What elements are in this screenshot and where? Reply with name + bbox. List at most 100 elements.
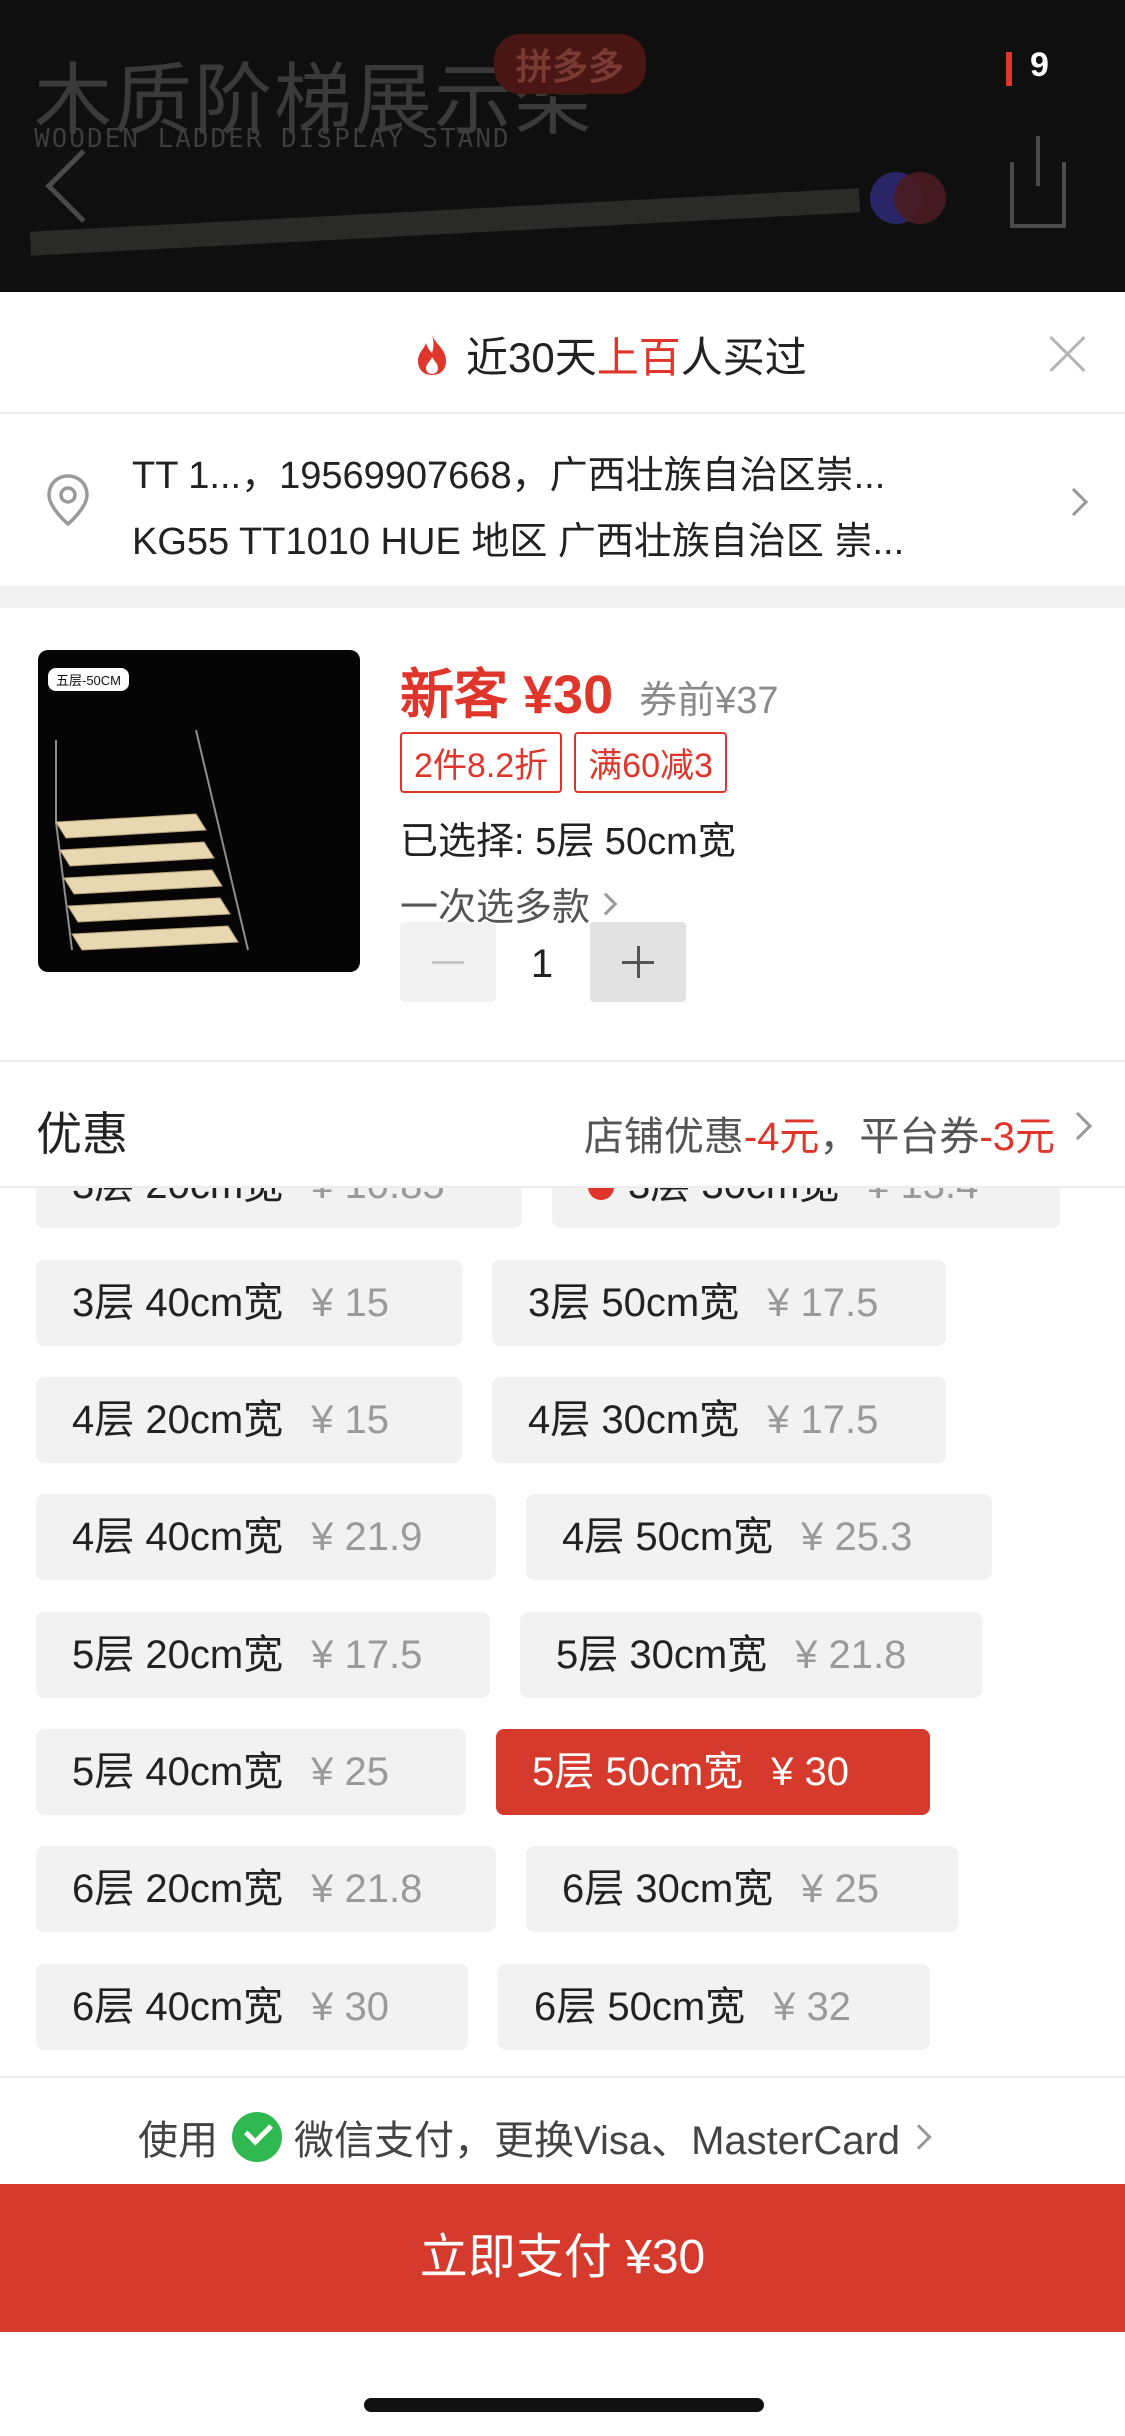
variant-option[interactable]: 5层 40cm宽 ¥ 25 <box>36 1729 466 1815</box>
discount-label: 优惠 <box>36 1108 128 1160</box>
promo-tag: 满60减3 <box>574 732 727 793</box>
variant-price: ¥ 32 <box>773 1985 852 2029</box>
variant-label: 6层 40cm宽 <box>72 1985 284 2029</box>
address-line-2: KG55 TT1010 HUE 地区 广西壮族自治区 崇... <box>132 521 905 563</box>
variant-option[interactable]: 5层 20cm宽 ¥ 17.5 <box>36 1612 490 1698</box>
variant-label: 3层 20cm宽 <box>72 1188 283 1207</box>
variant-price: ¥ 21.8 <box>311 1867 423 1911</box>
payment-method: 使用 微信支付，更换Visa、MasterCard <box>138 2108 932 2166</box>
discount-separator: ， <box>819 1115 860 1159</box>
variant-label: 4层 40cm宽 <box>72 1515 284 1559</box>
variant-option[interactable]: 4层 20cm宽 ¥ 15 <box>36 1377 462 1463</box>
mastercard-logo-icon <box>870 172 946 224</box>
variant-label: 3层 50cm宽 <box>528 1281 740 1325</box>
variant-label: 6层 30cm宽 <box>562 1867 774 1911</box>
variant-price: ¥ 17.5 <box>767 1281 879 1325</box>
variant-price: ¥ 21.9 <box>311 1515 423 1559</box>
variant-price: ¥ 15 <box>311 1281 390 1325</box>
variant-label: 4层 50cm宽 <box>562 1515 774 1559</box>
variant-option[interactable]: 3层 30cm宽 ¥ 13.4 <box>552 1188 1060 1228</box>
variant-option[interactable]: 6层 20cm宽 ¥ 21.8 <box>36 1846 496 1932</box>
chevron-right-icon <box>1059 487 1089 517</box>
variant-options-list: 3层 20cm宽 ¥ 10.85 3层 30cm宽 ¥ 13.4 3层 40cm宽 ¥… <box>0 1188 1125 2076</box>
variant-price: ¥ 30 <box>771 1750 850 1794</box>
payment-method-label: 微信支付，更换Visa、MasterCard <box>294 2119 901 2163</box>
variant-label: 6层 20cm宽 <box>72 1867 284 1911</box>
fire-icon <box>418 334 446 375</box>
variant-option[interactable]: 6层 40cm宽 ¥ 30 <box>36 1964 468 2050</box>
discount-row[interactable]: 优惠 店铺优惠-4元，平台券-3元 <box>0 1060 1125 1188</box>
variant-label: 4层 20cm宽 <box>72 1398 284 1442</box>
variant-option[interactable]: 3层 40cm宽 ¥ 15 <box>36 1260 462 1346</box>
promo-tags: 2件8.2折 满60减3 <box>400 732 739 793</box>
product-thumbnail[interactable]: 五层-50CM <box>38 650 360 972</box>
selected-variant: 已选择: 5层 50cm宽 <box>400 821 736 863</box>
variant-option[interactable]: 4层 30cm宽 ¥ 17.5 <box>492 1377 946 1463</box>
shipping-address[interactable]: TT 1...，19569907668，广西壮族自治区崇... KG55 TT1… <box>0 414 1125 586</box>
pay-now-button[interactable]: 立即支付 ¥30 <box>0 2184 1125 2332</box>
variant-option[interactable]: 4层 50cm宽 ¥ 25.3 <box>526 1494 992 1580</box>
variant-label: 4层 30cm宽 <box>528 1398 740 1442</box>
promo-tag: 2件8.2折 <box>400 732 563 793</box>
variant-option[interactable]: 3层 20cm宽 ¥ 10.85 <box>36 1188 522 1228</box>
cart-count[interactable]: 9 <box>1030 46 1049 85</box>
purchase-sheet: 近30天 上百 人买过 TT 1...，19569907668，广西壮族自治区崇..… <box>0 292 1125 2436</box>
notice-highlight: 上百 <box>596 334 681 381</box>
variant-price: ¥ 17.5 <box>311 1633 423 1677</box>
variant-price: ¥ 21.8 <box>795 1633 907 1677</box>
banner-subtitle: WOODEN LADDER DISPLAY STAND <box>34 124 511 154</box>
close-icon[interactable] <box>1046 332 1090 376</box>
notice-prefix: 近30天 <box>466 334 597 381</box>
hot-dot-icon <box>588 1188 614 1200</box>
variant-option[interactable]: 6层 30cm宽 ¥ 25 <box>526 1846 958 1932</box>
platform-coupon-label: 平台券 <box>859 1115 980 1159</box>
location-pin-icon <box>47 474 89 527</box>
variant-price: ¥ 25.3 <box>801 1515 913 1559</box>
product-banner-background: 木质阶梯展示架 拼多多 WOODEN LADDER DISPLAY STAND … <box>0 0 1125 292</box>
payment-use-label: 使用 <box>138 2119 218 2163</box>
variant-option[interactable]: 5层 30cm宽 ¥ 21.8 <box>520 1612 982 1698</box>
banner-shelf-image <box>29 188 861 256</box>
payment-method-row[interactable]: 使用 微信支付，更换Visa、MasterCard <box>0 2076 1125 2182</box>
thumbnail-label: 五层-50CM <box>48 668 130 691</box>
ladder-shelf-image <box>55 729 249 951</box>
share-icon[interactable] <box>1010 136 1066 228</box>
variant-price: ¥ 25 <box>311 1750 390 1794</box>
quantity-increase-button[interactable] <box>590 922 686 1002</box>
purchase-notice: 近30天 上百 人买过 <box>414 324 807 385</box>
variant-price: ¥ 10.85 <box>311 1188 444 1207</box>
variant-option-selected[interactable]: 5层 50cm宽 ¥ 30 <box>496 1729 930 1815</box>
quantity-decrease-button[interactable] <box>400 922 496 1002</box>
new-customer-price: 新客 ¥30 <box>400 665 614 725</box>
variant-price: ¥ 13.4 <box>867 1188 978 1207</box>
chevron-right-icon <box>906 2124 932 2150</box>
section-divider <box>0 586 1125 608</box>
variant-option[interactable]: 6层 50cm宽 ¥ 32 <box>498 1964 930 2050</box>
purchase-notice-bar: 近30天 上百 人买过 <box>0 292 1125 414</box>
back-arrow-icon[interactable] <box>45 149 119 223</box>
chevron-right-icon <box>1063 1111 1093 1141</box>
store-discount-value: -4元 <box>743 1115 820 1159</box>
variant-label: 3层 30cm宽 <box>628 1188 839 1207</box>
variant-label: 5层 30cm宽 <box>556 1633 768 1677</box>
cart-indicator-bar <box>1006 52 1012 86</box>
address-line-1: TT 1...，19569907668，广西壮族自治区崇... <box>132 455 886 497</box>
wechat-pay-icon <box>232 2112 282 2162</box>
variant-price: ¥ 30 <box>311 1985 390 2029</box>
product-summary: 五层-50CM 新客 ¥30 券前¥37 2件8.2折 满60减3 已选择: 5… <box>0 608 1125 1054</box>
variant-label: 5层 50cm宽 <box>532 1750 744 1794</box>
chevron-right-icon <box>594 892 618 915</box>
variant-option[interactable]: 4层 40cm宽 ¥ 21.9 <box>36 1494 496 1580</box>
variant-option[interactable]: 3层 50cm宽 ¥ 17.5 <box>492 1260 946 1346</box>
quantity-value[interactable]: 1 <box>496 942 588 987</box>
home-indicator[interactable] <box>364 2398 764 2412</box>
notice-suffix: 人买过 <box>680 334 807 381</box>
variant-label: 6层 50cm宽 <box>534 1985 746 2029</box>
variant-label: 5层 20cm宽 <box>72 1633 284 1677</box>
price-before-coupon: 券前¥37 <box>639 680 779 722</box>
platform-coupon-value: -3元 <box>979 1115 1055 1159</box>
variant-label: 5层 40cm宽 <box>72 1750 284 1794</box>
price-row: 新客 ¥30 券前¥37 <box>400 650 779 729</box>
variant-price: ¥ 15 <box>311 1398 390 1442</box>
variant-label: 3层 40cm宽 <box>72 1281 284 1325</box>
